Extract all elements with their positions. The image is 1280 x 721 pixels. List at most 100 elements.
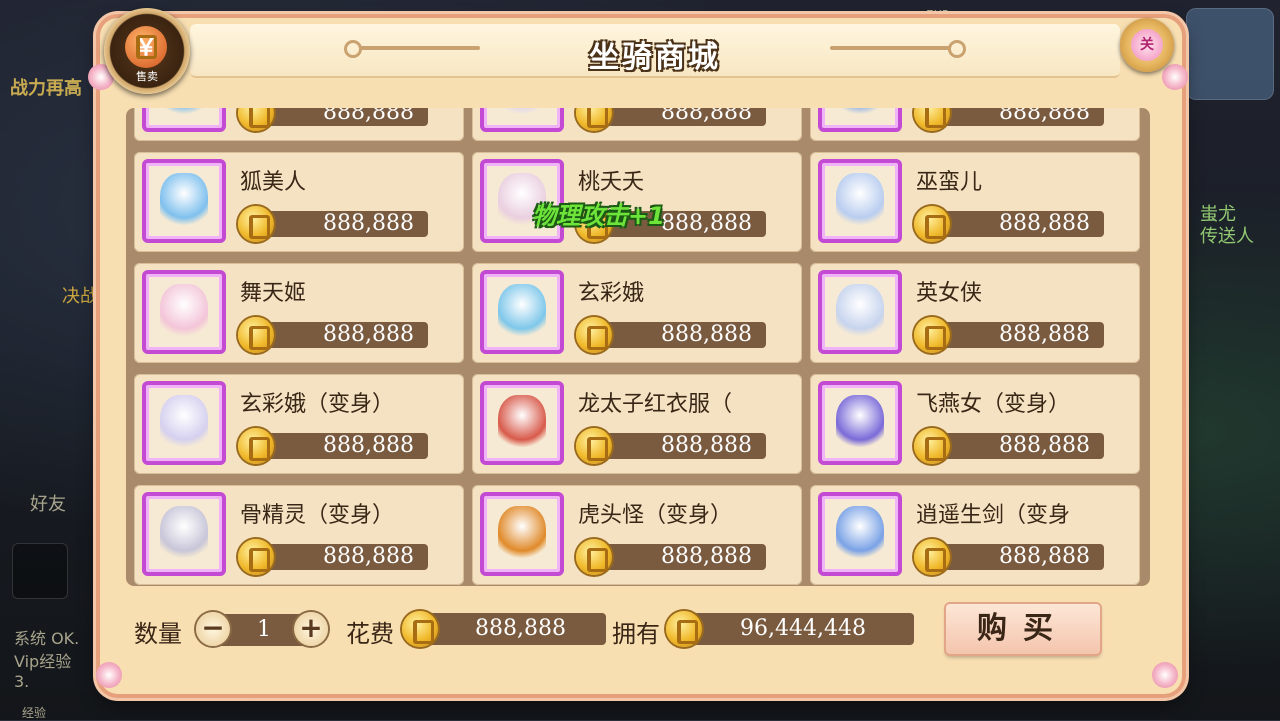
- mount-figure-icon: [498, 395, 546, 453]
- panel-title: 坐骑商城: [589, 40, 721, 75]
- price-bar: 888,888: [940, 544, 1104, 570]
- minus-button[interactable]: −: [196, 612, 230, 646]
- owned-value: 96,444,448: [740, 616, 866, 641]
- gold-coin-icon: [914, 539, 950, 575]
- mount-item-card[interactable]: 英女侠 888,888: [810, 263, 1140, 363]
- mount-name: 骨精灵（变身）: [240, 503, 395, 528]
- mount-thumbnail: [480, 492, 564, 576]
- buy-button[interactable]: 购买: [946, 604, 1100, 654]
- chat-line-3: 3.: [14, 672, 30, 691]
- close-button[interactable]: 关: [1120, 18, 1174, 72]
- mount-thumbnail: [818, 108, 902, 132]
- sell-button-label: 售卖: [136, 70, 158, 83]
- corner-flower-icon: [1152, 662, 1178, 688]
- price-bar: 888,888: [602, 108, 766, 126]
- gold-coin-icon: [914, 108, 950, 131]
- price-bar: 888,888: [602, 544, 766, 570]
- mount-item-card[interactable]: 888,888: [810, 108, 1140, 141]
- title-bar: 坐骑商城: [190, 24, 1120, 78]
- mount-item-card[interactable]: 骨精灵（变身） 888,888: [134, 485, 464, 585]
- mount-name: 飞燕女（变身）: [916, 392, 1071, 417]
- bg-event-banner: 战力再高: [10, 78, 82, 99]
- mount-thumbnail: [142, 108, 226, 132]
- mount-item-card[interactable]: 888,888: [134, 108, 464, 141]
- gold-coin-icon: [238, 108, 274, 131]
- price-bar: 888,888: [264, 433, 428, 459]
- chat-line-1: 系统 OK.: [14, 629, 80, 648]
- mount-item-card[interactable]: 龙太子红衣服（ 888,888: [472, 374, 802, 474]
- mount-thumbnail: [480, 270, 564, 354]
- price-bar: 888,888: [264, 322, 428, 348]
- exp-bar-label: 经验: [22, 706, 47, 720]
- mount-figure-icon: [836, 284, 884, 342]
- gold-coin-icon: [914, 206, 950, 242]
- mount-thumbnail: [142, 492, 226, 576]
- price-bar: 888,888: [602, 322, 766, 348]
- gold-coin-icon: [238, 428, 274, 464]
- mount-thumbnail: [142, 159, 226, 243]
- corner-flower-icon: [96, 662, 122, 688]
- mount-name: 玄彩娥: [578, 281, 645, 306]
- mount-item-card[interactable]: 玄彩娥（变身） 888,888: [134, 374, 464, 474]
- mount-price: 888,888: [323, 433, 414, 458]
- player-avatar[interactable]: [1186, 8, 1274, 100]
- mount-name: 玄彩娥（变身）: [240, 392, 395, 417]
- mount-list[interactable]: 888,888 888,888 888,888 狐美人 888,888 桃夭夭 888,88…: [126, 108, 1150, 586]
- mount-price: 888,888: [999, 108, 1090, 125]
- mount-name: 桃夭夭: [578, 170, 645, 195]
- price-bar: 888,888: [940, 433, 1104, 459]
- mount-figure-icon: [836, 506, 884, 564]
- mount-price: 888,888: [323, 322, 414, 347]
- mount-item-card[interactable]: 飞燕女（变身） 888,888: [810, 374, 1140, 474]
- gold-coin-icon: [666, 611, 702, 647]
- gold-coin-icon: [576, 317, 612, 353]
- chat-icon[interactable]: [12, 543, 68, 599]
- mount-figure-icon: [498, 506, 546, 564]
- stat-popup-text: 物理攻击+1: [532, 202, 665, 230]
- mount-thumbnail: [818, 381, 902, 465]
- mount-thumbnail: [142, 381, 226, 465]
- mount-figure-icon: [160, 506, 208, 564]
- mount-figure-icon: [836, 395, 884, 453]
- close-icon: 关: [1131, 29, 1163, 61]
- mount-item-card[interactable]: 玄彩娥 888,888: [472, 263, 802, 363]
- sell-button[interactable]: ￥ 售卖: [104, 8, 190, 94]
- gold-coin-icon: [576, 428, 612, 464]
- bg-npc-name-2: 传送人: [1200, 226, 1254, 247]
- price-bar: 888,888: [602, 433, 766, 459]
- price-bar: 888,888: [940, 322, 1104, 348]
- owned-label: 拥有: [612, 620, 660, 648]
- gold-coin-icon: [914, 428, 950, 464]
- mount-price: 888,888: [999, 322, 1090, 347]
- mount-name: 逍遥生剑（变身: [916, 503, 1071, 528]
- mount-price: 888,888: [999, 433, 1090, 458]
- mount-price: 888,888: [999, 211, 1090, 236]
- mount-item-card[interactable]: 逍遥生剑（变身 888,888: [810, 485, 1140, 585]
- title-ornament-right: [830, 40, 966, 58]
- mount-item-card[interactable]: 888,888: [472, 108, 802, 141]
- plus-button[interactable]: +: [294, 612, 328, 646]
- gold-coin-icon: [576, 108, 612, 131]
- mount-price: 888,888: [661, 108, 752, 125]
- owned-bar: 96,444,448: [684, 613, 914, 645]
- mount-price: 888,888: [999, 544, 1090, 569]
- mount-price: 888,888: [323, 544, 414, 569]
- mount-price: 888,888: [323, 211, 414, 236]
- mount-name: 龙太子红衣服（: [578, 392, 733, 417]
- friends-button[interactable]: 好友: [30, 490, 66, 516]
- mount-item-card[interactable]: 巫蛮儿 888,888: [810, 152, 1140, 252]
- mount-thumbnail: [818, 270, 902, 354]
- mount-item-card[interactable]: 舞天姬 888,888: [134, 263, 464, 363]
- mount-thumbnail: [142, 270, 226, 354]
- gold-coin-icon: [914, 317, 950, 353]
- mount-figure-icon: [836, 173, 884, 231]
- mount-item-card[interactable]: 虎头怪（变身） 888,888: [472, 485, 802, 585]
- mount-figure-icon: [836, 108, 884, 120]
- mount-name: 舞天姬: [240, 281, 307, 306]
- mount-figure-icon: [160, 173, 208, 231]
- mount-price: 888,888: [323, 108, 414, 125]
- mount-item-card[interactable]: 狐美人 888,888: [134, 152, 464, 252]
- yuan-icon: ￥: [125, 26, 167, 68]
- price-bar: 888,888: [264, 108, 428, 126]
- price-bar: 888,888: [940, 211, 1104, 237]
